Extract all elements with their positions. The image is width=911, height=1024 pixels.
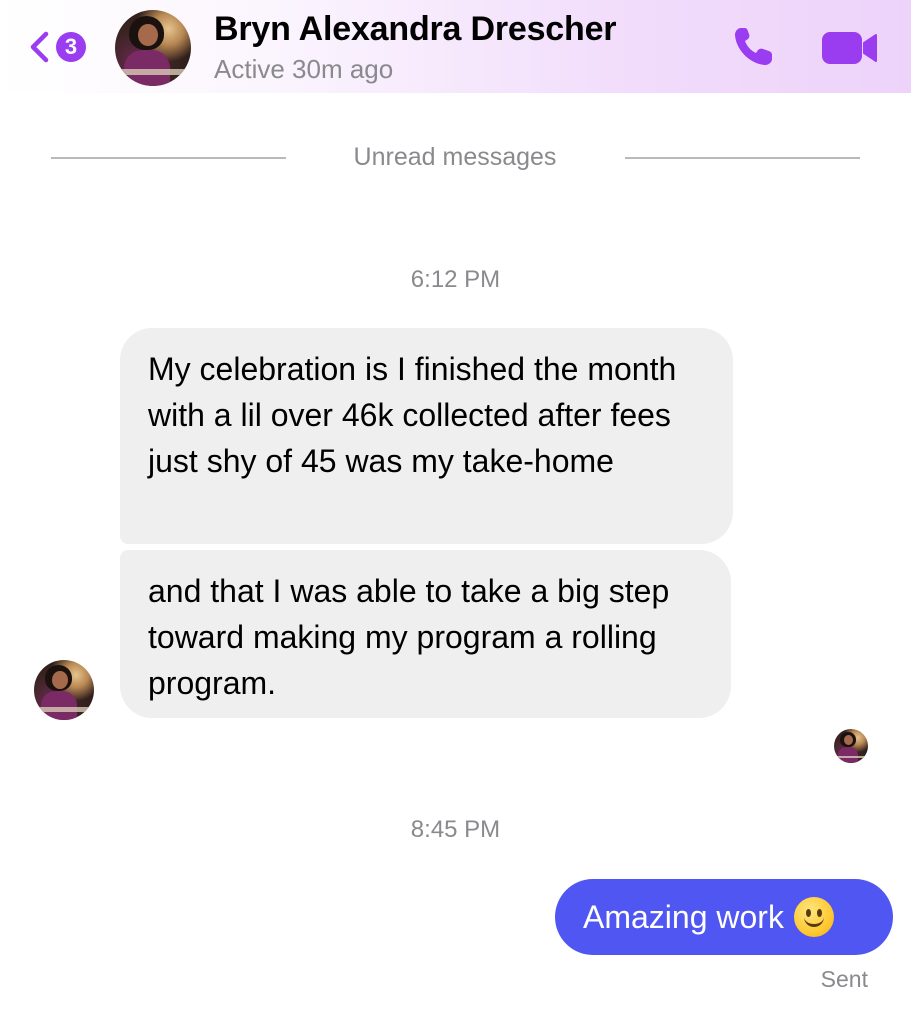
message-timestamp: 8:45 PM [410, 816, 501, 843]
unread-divider-label: Unread messages [353, 143, 557, 171]
unread-divider-line-left [51, 157, 286, 159]
incoming-message-bubble[interactable]: My celebration is I finished the month w… [120, 328, 733, 544]
active-status: Active 30m ago [214, 54, 394, 84]
unread-divider-line-right [625, 157, 860, 159]
outgoing-message-bubble[interactable]: Amazing work [555, 879, 893, 955]
unread-count-badge: 3 [56, 32, 86, 62]
contact-name[interactable]: Bryn Alexandra Drescher [214, 10, 617, 49]
read-receipt-avatar [834, 729, 868, 763]
delivery-status: Sent [820, 966, 868, 992]
chevron-left-icon [30, 31, 49, 63]
contact-avatar[interactable] [115, 10, 191, 86]
smiling-face-icon [793, 896, 834, 937]
incoming-message-bubble[interactable]: and that I was able to take a big step t… [120, 550, 731, 718]
message-timestamp: 6:12 PM [410, 266, 501, 293]
chat-header: 3 Bryn Alexandra Drescher Active 30m ago [0, 0, 911, 93]
outgoing-message-text: Amazing work [583, 899, 784, 935]
video-call-button[interactable] [818, 26, 880, 70]
sender-avatar[interactable] [34, 660, 94, 720]
back-button[interactable]: 3 [22, 24, 98, 70]
video-camera-icon [822, 32, 877, 64]
call-button[interactable] [730, 24, 778, 70]
phone-icon [735, 28, 772, 65]
